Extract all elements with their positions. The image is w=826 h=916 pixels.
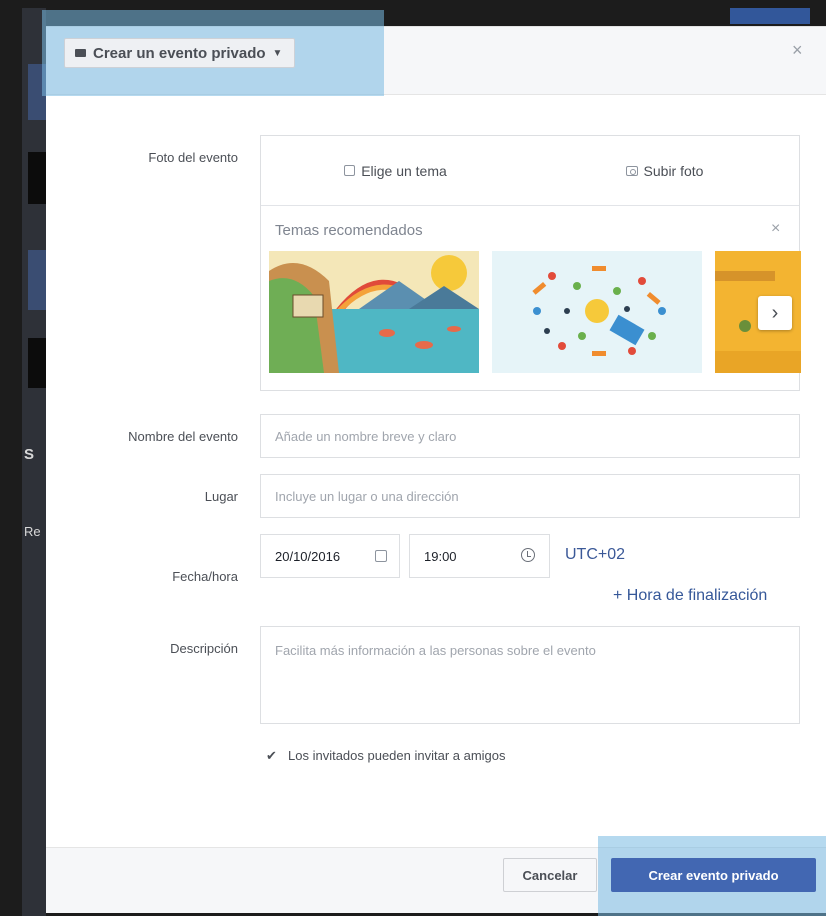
camera-icon — [625, 165, 638, 176]
clock-icon — [521, 548, 535, 562]
recommended-themes-title: Temas recomendados — [275, 222, 423, 239]
description-textarea[interactable]: Facilita más información a las personas … — [260, 626, 800, 724]
guests-invite-row: ✔ Los invitados pueden invitar a amigos — [266, 748, 506, 763]
caret-down-icon: ▼ — [272, 47, 283, 59]
create-private-event-button[interactable]: Crear evento privado — [611, 858, 816, 892]
time-input[interactable]: 19:00 — [409, 534, 550, 578]
date-value: 20/10/2016 — [275, 548, 341, 564]
photo-actions: Elige un tema Subir foto — [261, 136, 799, 206]
cancel-button[interactable]: Cancelar — [503, 858, 597, 892]
description-label: Descripción — [170, 641, 238, 656]
background-image — [28, 152, 46, 204]
background-image — [28, 338, 46, 388]
checkbox-checked-icon[interactable]: ✔ — [266, 748, 280, 763]
close-themes-icon[interactable]: × — [771, 220, 780, 238]
add-end-time-link[interactable]: + Hora de finalización — [613, 587, 767, 605]
calendar-icon — [375, 550, 387, 562]
next-themes-arrow-icon[interactable]: › — [758, 296, 792, 330]
place-input[interactable]: Incluye un lugar o una dirección — [260, 474, 800, 518]
timezone-label: UTC+02 — [565, 546, 626, 563]
event-type-dropdown[interactable]: Crear un evento privado ▼ — [64, 38, 296, 68]
photo-panel: Elige un tema Subir foto Temas recomenda… — [260, 135, 801, 391]
background-topbar — [730, 8, 810, 24]
background-image — [28, 250, 46, 310]
time-value: 19:00 — [424, 548, 457, 564]
photo-label: Foto del evento — [148, 150, 238, 165]
guests-invite-label: Los invitados pueden invitar a amigos — [288, 748, 506, 763]
envelope-icon — [75, 49, 86, 57]
event-name-label: Nombre del evento — [128, 429, 238, 444]
theme-icon — [344, 165, 356, 176]
place-label: Lugar — [204, 489, 238, 504]
upload-photo-label: Subir foto — [643, 162, 704, 179]
choose-theme-label: Elige un tema — [361, 162, 447, 179]
upload-photo-button[interactable]: Subir foto — [530, 136, 799, 205]
choose-theme-button[interactable]: Elige un tema — [261, 136, 530, 205]
event-type-label: Crear un evento privado — [93, 44, 266, 62]
background-text: S — [24, 446, 35, 463]
close-icon[interactable]: × — [792, 40, 803, 61]
datetime-label: Fecha/hora — [172, 569, 238, 584]
theme-thumbnail[interactable] — [492, 251, 702, 373]
date-input[interactable]: 20/10/2016 — [260, 534, 400, 578]
event-name-input[interactable]: Añade un nombre breve y claro — [260, 414, 800, 458]
theme-thumbnail[interactable] — [269, 251, 479, 373]
background-text: Re — [24, 524, 41, 539]
